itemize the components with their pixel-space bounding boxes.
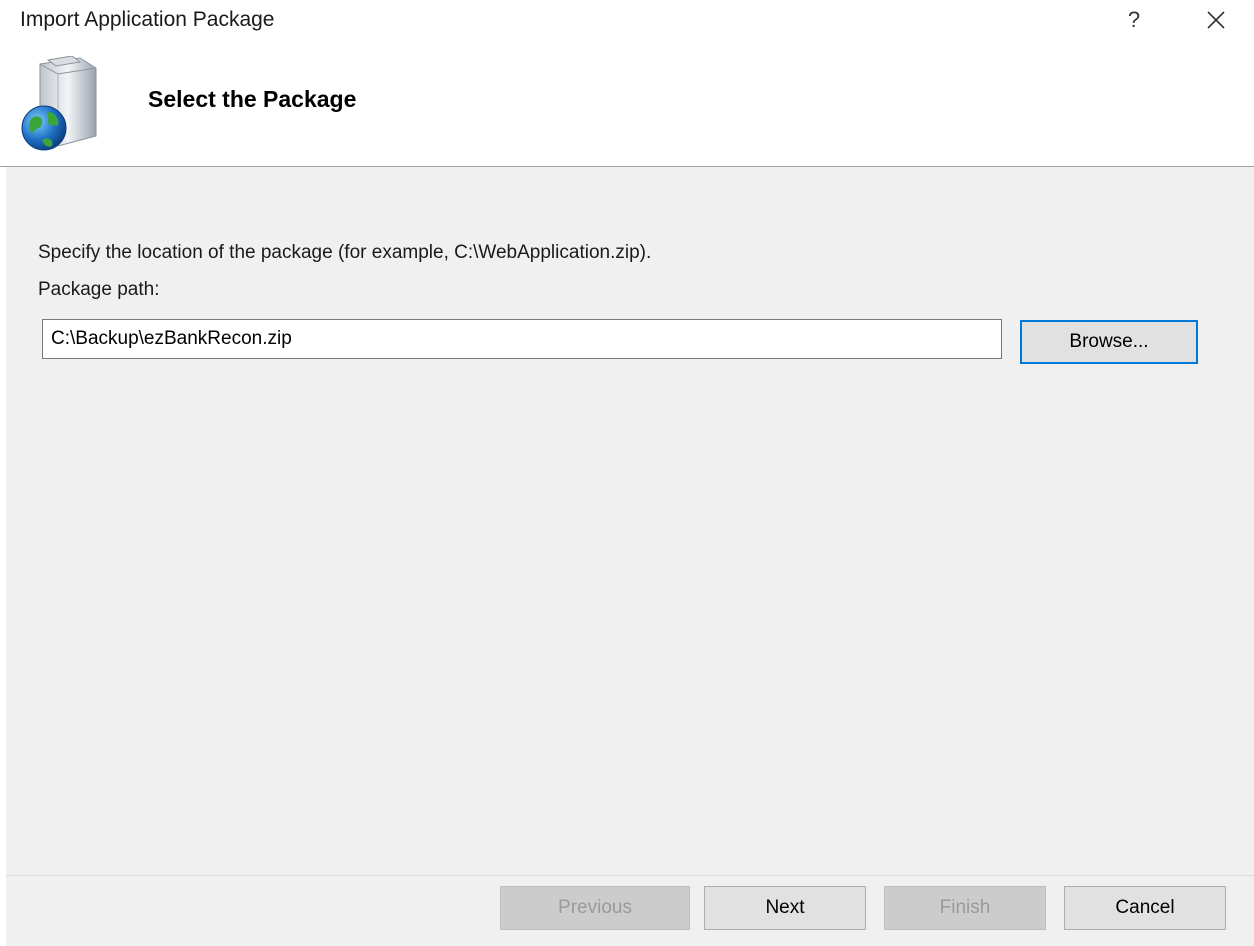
instruction-text: Specify the location of the package (for…	[38, 242, 652, 263]
finish-button[interactable]: Finish	[884, 886, 1046, 930]
close-button[interactable]	[1196, 2, 1236, 38]
package-path-input[interactable]	[42, 319, 1002, 359]
help-button[interactable]: ?	[1114, 2, 1154, 38]
import-application-package-dialog: Import Application Package ? Select the …	[0, 0, 1254, 946]
cancel-button[interactable]: Cancel	[1064, 886, 1226, 930]
wizard-content: Specify the location of the package (for…	[6, 167, 1254, 875]
close-icon	[1207, 11, 1225, 29]
wizard-footer: Previous Next Finish Cancel	[6, 875, 1254, 946]
previous-button[interactable]: Previous	[500, 886, 690, 930]
browse-button[interactable]: Browse...	[1020, 320, 1198, 364]
page-title: Select the Package	[148, 86, 357, 112]
title-bar: Import Application Package ?	[0, 0, 1254, 40]
window-title: Import Application Package	[20, 8, 275, 31]
wizard-header: Select the Package	[0, 40, 1254, 167]
package-globe-icon	[21, 56, 97, 151]
next-button[interactable]: Next	[704, 886, 866, 930]
package-path-label: Package path:	[38, 279, 160, 300]
